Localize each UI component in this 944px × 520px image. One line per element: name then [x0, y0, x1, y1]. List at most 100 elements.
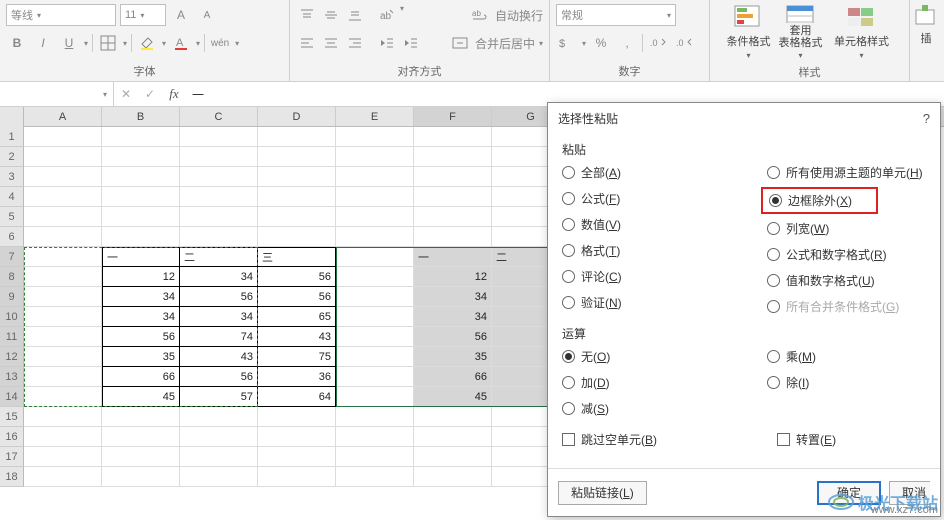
chevron-down-icon[interactable]: ▾ [582, 39, 586, 48]
skip-blanks-checkbox[interactable]: 跳过空单元(B) [562, 431, 657, 448]
decrease-indent-button[interactable] [376, 32, 398, 54]
cell[interactable] [24, 127, 102, 147]
row-header[interactable]: 18 [0, 467, 24, 487]
cell[interactable]: 45 [414, 387, 492, 407]
cell[interactable] [24, 187, 102, 207]
cell[interactable]: 75 [258, 347, 336, 367]
cell[interactable] [24, 367, 102, 387]
row-header[interactable]: 9 [0, 287, 24, 307]
cell[interactable] [336, 167, 414, 187]
cell[interactable] [336, 407, 414, 427]
cell[interactable] [258, 207, 336, 227]
chevron-down-icon[interactable]: ▾ [539, 39, 543, 48]
enter-formula-button[interactable]: ✓ [138, 82, 162, 107]
row-header[interactable]: 10 [0, 307, 24, 327]
cell[interactable] [180, 407, 258, 427]
chevron-down-icon[interactable]: ▾ [123, 39, 127, 48]
cell[interactable] [102, 427, 180, 447]
formula-input[interactable]: 一 [186, 86, 944, 103]
bold-button[interactable]: B [6, 32, 28, 54]
cell[interactable] [414, 187, 492, 207]
operation-option-radio[interactable]: 乘(M) [767, 348, 926, 365]
dialog-title-bar[interactable]: 选择性粘贴 ? [548, 103, 940, 133]
cell[interactable]: 一 [414, 247, 492, 267]
cell[interactable]: 34 [180, 267, 258, 287]
paste-option-radio[interactable]: 评论(C) [562, 268, 767, 285]
cell[interactable] [336, 227, 414, 247]
select-all-corner[interactable] [0, 107, 24, 127]
cell[interactable]: 45 [102, 387, 180, 407]
cell[interactable]: 43 [180, 347, 258, 367]
cell[interactable] [258, 187, 336, 207]
cell[interactable] [336, 447, 414, 467]
cell[interactable] [258, 467, 336, 487]
italic-button[interactable]: I [32, 32, 54, 54]
cell[interactable] [336, 307, 414, 327]
cell[interactable]: 64 [258, 387, 336, 407]
font-color-button[interactable]: A [170, 32, 192, 54]
cell[interactable]: 74 [180, 327, 258, 347]
cell[interactable] [258, 447, 336, 467]
cell[interactable] [24, 407, 102, 427]
operation-option-radio[interactable]: 除(I) [767, 374, 926, 391]
cell[interactable]: 56 [258, 287, 336, 307]
cancel-formula-button[interactable]: ✕ [114, 82, 138, 107]
cell[interactable] [180, 427, 258, 447]
cell[interactable]: 34 [102, 307, 180, 327]
row-header[interactable]: 7 [0, 247, 24, 267]
cell[interactable] [102, 127, 180, 147]
format-as-table-button[interactable]: 套用 表格格式 ▾ [773, 2, 829, 62]
cell[interactable] [102, 187, 180, 207]
cell[interactable] [180, 147, 258, 167]
insert-cells-button[interactable]: 插 [911, 2, 941, 48]
cell[interactable] [102, 167, 180, 187]
cell[interactable] [258, 427, 336, 447]
row-header[interactable]: 16 [0, 427, 24, 447]
align-bottom-button[interactable] [344, 4, 366, 26]
align-top-button[interactable] [296, 4, 318, 26]
cell[interactable] [258, 147, 336, 167]
paste-option-radio[interactable]: 列宽(W) [767, 220, 926, 237]
row-header[interactable]: 13 [0, 367, 24, 387]
cell[interactable] [414, 127, 492, 147]
cell[interactable]: 35 [102, 347, 180, 367]
cell[interactable]: 57 [180, 387, 258, 407]
cell[interactable] [414, 227, 492, 247]
operation-option-radio[interactable]: 加(D) [562, 374, 767, 391]
cell[interactable] [414, 207, 492, 227]
cell[interactable] [24, 387, 102, 407]
paste-option-radio[interactable]: 验证(N) [562, 294, 767, 311]
cell[interactable]: 三 [258, 247, 336, 267]
wrap-text-button[interactable]: ab [469, 4, 491, 26]
underline-button[interactable]: U [58, 32, 80, 54]
paste-link-button[interactable]: 粘贴链接(L) [558, 481, 647, 505]
chevron-down-icon[interactable]: ▾ [400, 4, 404, 26]
cell[interactable]: 66 [102, 367, 180, 387]
row-header[interactable]: 5 [0, 207, 24, 227]
column-header[interactable]: B [102, 107, 180, 126]
cell[interactable] [180, 187, 258, 207]
cell[interactable] [336, 367, 414, 387]
column-header[interactable]: C [180, 107, 258, 126]
cell[interactable] [336, 187, 414, 207]
row-header[interactable]: 8 [0, 267, 24, 287]
operation-option-radio[interactable]: 减(S) [562, 400, 767, 417]
operation-option-radio[interactable]: 无(O) [562, 348, 767, 365]
cell[interactable] [24, 267, 102, 287]
cell[interactable]: 34 [414, 307, 492, 327]
column-header[interactable]: A [24, 107, 102, 126]
cell[interactable] [414, 407, 492, 427]
cell[interactable]: 56 [180, 367, 258, 387]
cell[interactable] [24, 427, 102, 447]
cell[interactable] [24, 227, 102, 247]
cell[interactable] [336, 247, 414, 267]
orientation-button[interactable]: ab [376, 4, 398, 26]
font-size-combo[interactable]: 11 ▾ [120, 4, 166, 26]
chevron-down-icon[interactable]: ▾ [196, 39, 200, 48]
cell[interactable] [180, 227, 258, 247]
cell[interactable] [336, 327, 414, 347]
cell[interactable] [24, 307, 102, 327]
paste-option-radio[interactable]: 所有使用源主题的单元(H) [767, 164, 926, 181]
align-left-button[interactable] [296, 32, 318, 54]
cell[interactable]: 56 [180, 287, 258, 307]
